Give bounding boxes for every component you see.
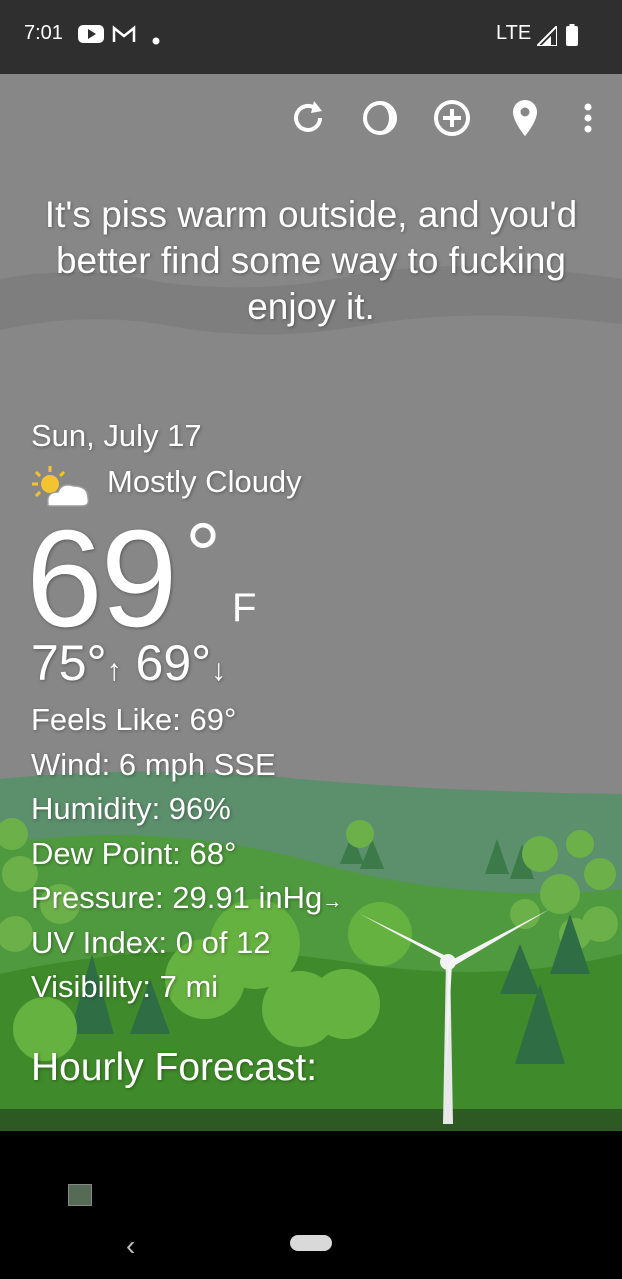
hourly-forecast-heading: Hourly Forecast: [31, 1046, 318, 1089]
weather-quote: It's piss warm outside, and you'd better… [44, 194, 578, 327]
location-pin-icon [510, 98, 540, 143]
signal-icon [534, 23, 558, 51]
feels-like: Feels Like: 69° [31, 702, 237, 737]
add-icon [433, 99, 471, 142]
visibility: Visibility: 7 mi [31, 969, 219, 1004]
app-thumbnail-icon[interactable] [68, 1184, 92, 1206]
moon-icon [361, 99, 399, 142]
more-vert-icon [584, 103, 592, 138]
pressure: Pressure: 29.91 inHg [31, 880, 323, 915]
high-temperature: 75° [31, 635, 107, 691]
gmail-icon [112, 24, 136, 49]
refresh-icon [289, 99, 327, 142]
high-arrow-icon: ↑ [106, 654, 122, 687]
theme-button[interactable] [358, 98, 402, 142]
weather-condition: Mostly Cloudy [107, 464, 302, 499]
pressure-trend-icon: → [322, 891, 343, 913]
nav-back-button[interactable]: ‹ [126, 1230, 135, 1262]
current-date: Sun, July 17 [31, 418, 202, 453]
current-temperature: 69 [26, 502, 177, 656]
add-location-button[interactable] [430, 98, 474, 142]
pressure-row: Pressure: 29.91 inHg→ [31, 880, 342, 916]
temperature-degree-symbol: ° [185, 506, 221, 606]
network-type: LTE [496, 22, 532, 44]
refresh-button[interactable] [286, 98, 330, 142]
uv-index: UV Index: 0 of 12 [31, 925, 271, 960]
temperature-unit: F [232, 586, 257, 630]
low-arrow-icon: ↓ [211, 654, 227, 687]
low-temperature: 69° [135, 635, 212, 691]
status-time: 7:01 [24, 22, 63, 44]
wind: Wind: 6 mph SSE [31, 747, 276, 782]
notification-dot-icon [152, 32, 160, 50]
status-bar: 7:01 LTE [0, 0, 622, 74]
overflow-menu-button[interactable] [566, 98, 610, 142]
nav-home-button[interactable] [290, 1235, 332, 1251]
location-button[interactable] [503, 98, 547, 142]
high-low-temperature: 75°↑ 69°↓ [31, 634, 226, 692]
youtube-icon [78, 24, 104, 49]
navigation-bar [0, 1131, 622, 1279]
dew-point: Dew Point: 68° [31, 836, 237, 871]
battery-icon [566, 24, 578, 51]
weather-app: It's piss warm outside, and you'd better… [0, 74, 622, 1131]
humidity: Humidity: 96% [31, 791, 231, 826]
